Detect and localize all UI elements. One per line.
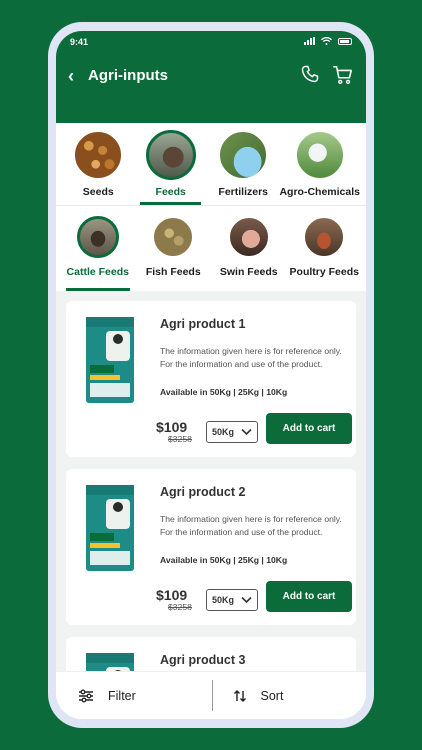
product-name: Agri product 2 [160, 485, 246, 499]
app-header: 9:41 ‹ Agri-inputs [56, 31, 366, 123]
bottom-action-bar: Filter Sort [56, 671, 366, 719]
category-label: Agro-Chemicals [279, 186, 360, 198]
subcategory-label: Cattle Feeds [66, 266, 129, 278]
phone-icon[interactable] [300, 64, 320, 84]
swin-feeds-image [227, 216, 270, 258]
filter-button[interactable]: Filter [56, 672, 212, 719]
feed-bag-image [86, 485, 134, 571]
feeds-image [145, 130, 196, 180]
add-to-cart-button[interactable]: Add to cart [266, 413, 352, 444]
battery-icon [338, 37, 352, 45]
subcategory-fish-feeds[interactable]: Fish Feeds [136, 206, 212, 291]
product-old-price: $3258 [168, 434, 192, 444]
signal-icon [304, 37, 315, 45]
back-chevron-icon[interactable]: ‹ [68, 66, 74, 87]
subcategory-tabs: Cattle Feeds Fish Feeds Swin Feeds Poult… [56, 205, 366, 291]
active-subtab-indicator [66, 288, 130, 291]
page-title: Agri-inputs [88, 67, 168, 84]
subcategory-label: Poultry Feeds [289, 266, 359, 278]
size-select-value: 50Kg [212, 595, 235, 605]
status-time: 9:41 [70, 37, 89, 47]
sort-label: Sort [260, 688, 284, 703]
subcategory-cattle-feeds[interactable]: Cattle Feeds [60, 206, 136, 291]
chevron-down-icon [241, 596, 252, 604]
cattle-feeds-image [76, 216, 119, 258]
product-name: Agri product 3 [160, 653, 246, 667]
phone-frame: 9:41 ‹ Agri-inputs Seeds Feeds Fertilize… [48, 22, 374, 728]
feed-bag-image [86, 317, 134, 403]
size-select-value: 50Kg [212, 427, 235, 437]
subcategory-poultry-feeds[interactable]: Poultry Feeds [287, 206, 363, 291]
fish-feeds-image [152, 216, 195, 258]
product-price: $109 [156, 587, 188, 603]
subcategory-label: Fish Feeds [145, 266, 201, 278]
size-select[interactable]: 50Kg [206, 589, 258, 611]
agro-chemicals-image [294, 130, 345, 180]
poultry-feeds-image [303, 216, 346, 258]
category-label: Seeds [82, 186, 114, 198]
category-seeds[interactable]: Seeds [62, 123, 134, 205]
seeds-image [73, 130, 124, 180]
product-availability: Available in 50Kg | 25Kg | 10Kg [160, 555, 288, 565]
filter-label: Filter [108, 688, 136, 703]
product-description: The information given here is for refere… [160, 346, 342, 369]
sort-arrows-icon [233, 689, 246, 702]
add-to-cart-button[interactable]: Add to cart [266, 581, 352, 612]
product-price: $109 [156, 419, 188, 435]
status-icons [304, 37, 352, 45]
sort-button[interactable]: Sort [213, 672, 367, 719]
category-label: Feeds [155, 186, 186, 198]
wifi-icon [321, 37, 332, 45]
product-name: Agri product 1 [160, 317, 246, 331]
chevron-down-icon [241, 428, 252, 436]
product-card[interactable]: Agri product 2 The information given her… [66, 469, 356, 625]
fertilizers-image [218, 130, 269, 180]
category-tabs: Seeds Feeds Fertilizers Agro-Chemicals [56, 123, 366, 205]
product-availability: Available in 50Kg | 25Kg | 10Kg [160, 387, 288, 397]
product-card[interactable]: Agri product 1 The information given her… [66, 301, 356, 457]
product-old-price: $3258 [168, 602, 192, 612]
category-label: Fertilizers [218, 186, 269, 198]
app-screen: 9:41 ‹ Agri-inputs Seeds Feeds Fertilize… [56, 31, 366, 719]
subcategory-swin-feeds[interactable]: Swin Feeds [211, 206, 287, 291]
filter-sliders-icon [79, 689, 93, 702]
product-description: The information given here is for refere… [160, 514, 342, 537]
subcategory-label: Swin Feeds [219, 266, 278, 278]
category-agro-chemicals[interactable]: Agro-Chemicals [279, 123, 360, 205]
category-fertilizers[interactable]: Fertilizers [207, 123, 279, 205]
category-feeds[interactable]: Feeds [134, 123, 206, 205]
size-select[interactable]: 50Kg [206, 421, 258, 443]
cart-icon[interactable] [332, 64, 354, 86]
